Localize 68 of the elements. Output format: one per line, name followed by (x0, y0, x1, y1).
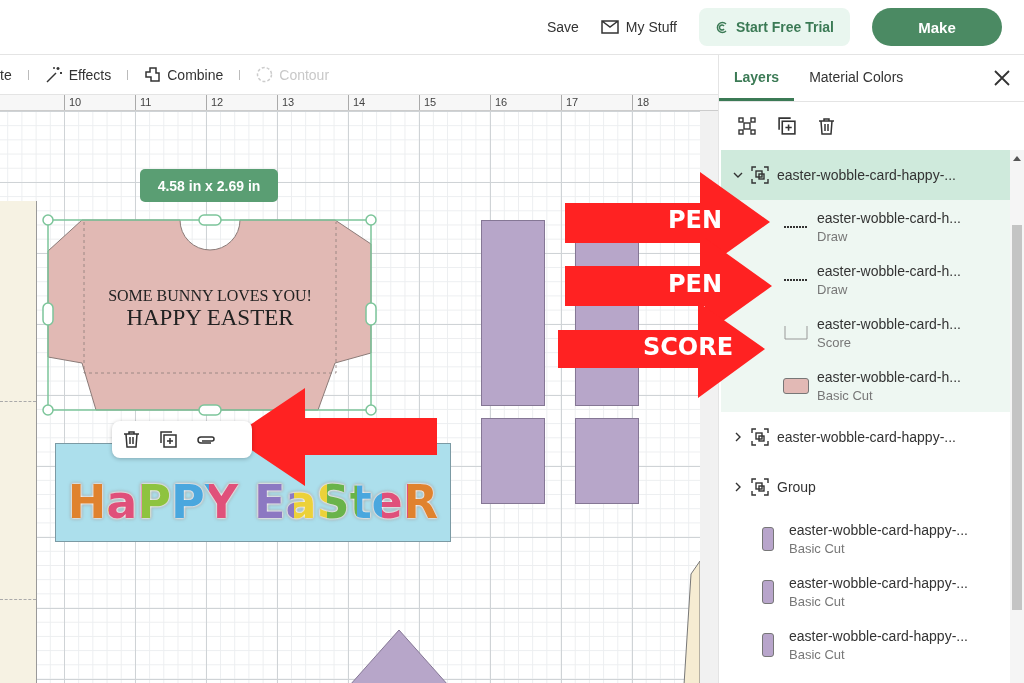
ruler-number: 18 (632, 95, 703, 110)
ungroup-icon[interactable] (737, 116, 757, 136)
delete-icon[interactable] (122, 430, 141, 449)
group-icon (751, 166, 769, 184)
layer-name: easter-wobble-card-happy-... (789, 627, 968, 644)
toolbar-item[interactable]: te (0, 66, 12, 83)
layer-operation: Basic Cut (789, 593, 846, 609)
layer-operation: Draw (817, 228, 849, 244)
delete-icon[interactable] (817, 116, 836, 136)
ruler-number: 16 (490, 95, 561, 110)
save-link[interactable]: Save (546, 19, 579, 35)
card-text: HAPPY EASTER (126, 305, 294, 331)
annotation-label: SCORE (641, 333, 735, 361)
ruler-number: 11 (135, 95, 206, 110)
start-free-trial-button[interactable]: Start Free Trial (698, 8, 850, 46)
pen-line-thumbnail (784, 224, 808, 229)
size-label: 4.58 in x 2.69 in (140, 169, 278, 202)
layer-operation: Basic Cut (789, 540, 846, 556)
layer-name: easter-wobble-card-h... (817, 368, 961, 385)
pen-line-thumbnail (784, 277, 808, 282)
layer-name: easter-wobble-card-happy-... (789, 574, 968, 591)
panel-tab[interactable]: Material Colors (794, 55, 919, 101)
layer-name: easter-wobble-card-happy-... (777, 429, 956, 445)
annotation-label: PEN (666, 206, 724, 234)
group-icon (751, 478, 769, 496)
ruler-number: 13 (277, 95, 348, 110)
ruler-number: 14 (348, 95, 419, 110)
my-stuff-link[interactable]: My Stuff (600, 19, 677, 35)
ruler-number: 10 (64, 95, 135, 110)
toolbar-item[interactable]: Effects (44, 65, 112, 84)
scroll-up-icon[interactable] (1013, 156, 1021, 161)
card-text: SOME BUNNY LOVES YOU! (108, 287, 312, 305)
layer-operation: Basic Cut (817, 387, 874, 403)
ruler-number: 15 (419, 95, 490, 110)
duplicate-icon[interactable] (159, 430, 178, 449)
scrollbar-thumb[interactable] (1012, 225, 1022, 610)
panel-tab[interactable]: Layers (719, 55, 795, 101)
layer-operation: Draw (817, 281, 849, 297)
annotation-label: PEN (666, 270, 724, 298)
ruler-number: 12 (206, 95, 277, 110)
layer-name: Group (777, 479, 816, 495)
ruler-number: 17 (561, 95, 632, 110)
layer-group[interactable]: easter-wobble-card-happy-... (721, 412, 1010, 462)
layer-name: easter-wobble-card-happy-... (777, 167, 956, 183)
combine-icon (144, 66, 162, 83)
layer-name: easter-wobble-card-h... (817, 209, 961, 226)
layer-name: easter-wobble-card-h... (817, 315, 961, 332)
duplicate-icon[interactable] (777, 116, 797, 136)
contour-icon (256, 66, 274, 83)
score-line-thumbnail (784, 325, 808, 340)
envelope-icon (600, 20, 619, 34)
make-button[interactable]: Make (872, 8, 1002, 46)
trial-icon (714, 19, 728, 35)
chevron-icon (733, 170, 743, 180)
close-icon[interactable] (994, 70, 1010, 86)
layer-group[interactable]: easter-wobble-card-happy-... (721, 150, 1010, 200)
toolbar-item[interactable]: Combine (144, 66, 224, 83)
layer-operation: Score (817, 334, 852, 350)
layer-operation: Basic Cut (789, 646, 846, 662)
attach-icon[interactable] (196, 433, 216, 446)
group-icon (751, 428, 769, 446)
chevron-icon (733, 432, 743, 442)
scrollbar[interactable] (1010, 150, 1024, 683)
layer-group[interactable]: Group (721, 462, 1010, 512)
layer-name: easter-wobble-card-h... (817, 262, 961, 279)
magic-wand-icon (44, 65, 63, 84)
layer-name: easter-wobble-card-happy-... (789, 521, 968, 538)
chevron-icon (733, 482, 743, 492)
